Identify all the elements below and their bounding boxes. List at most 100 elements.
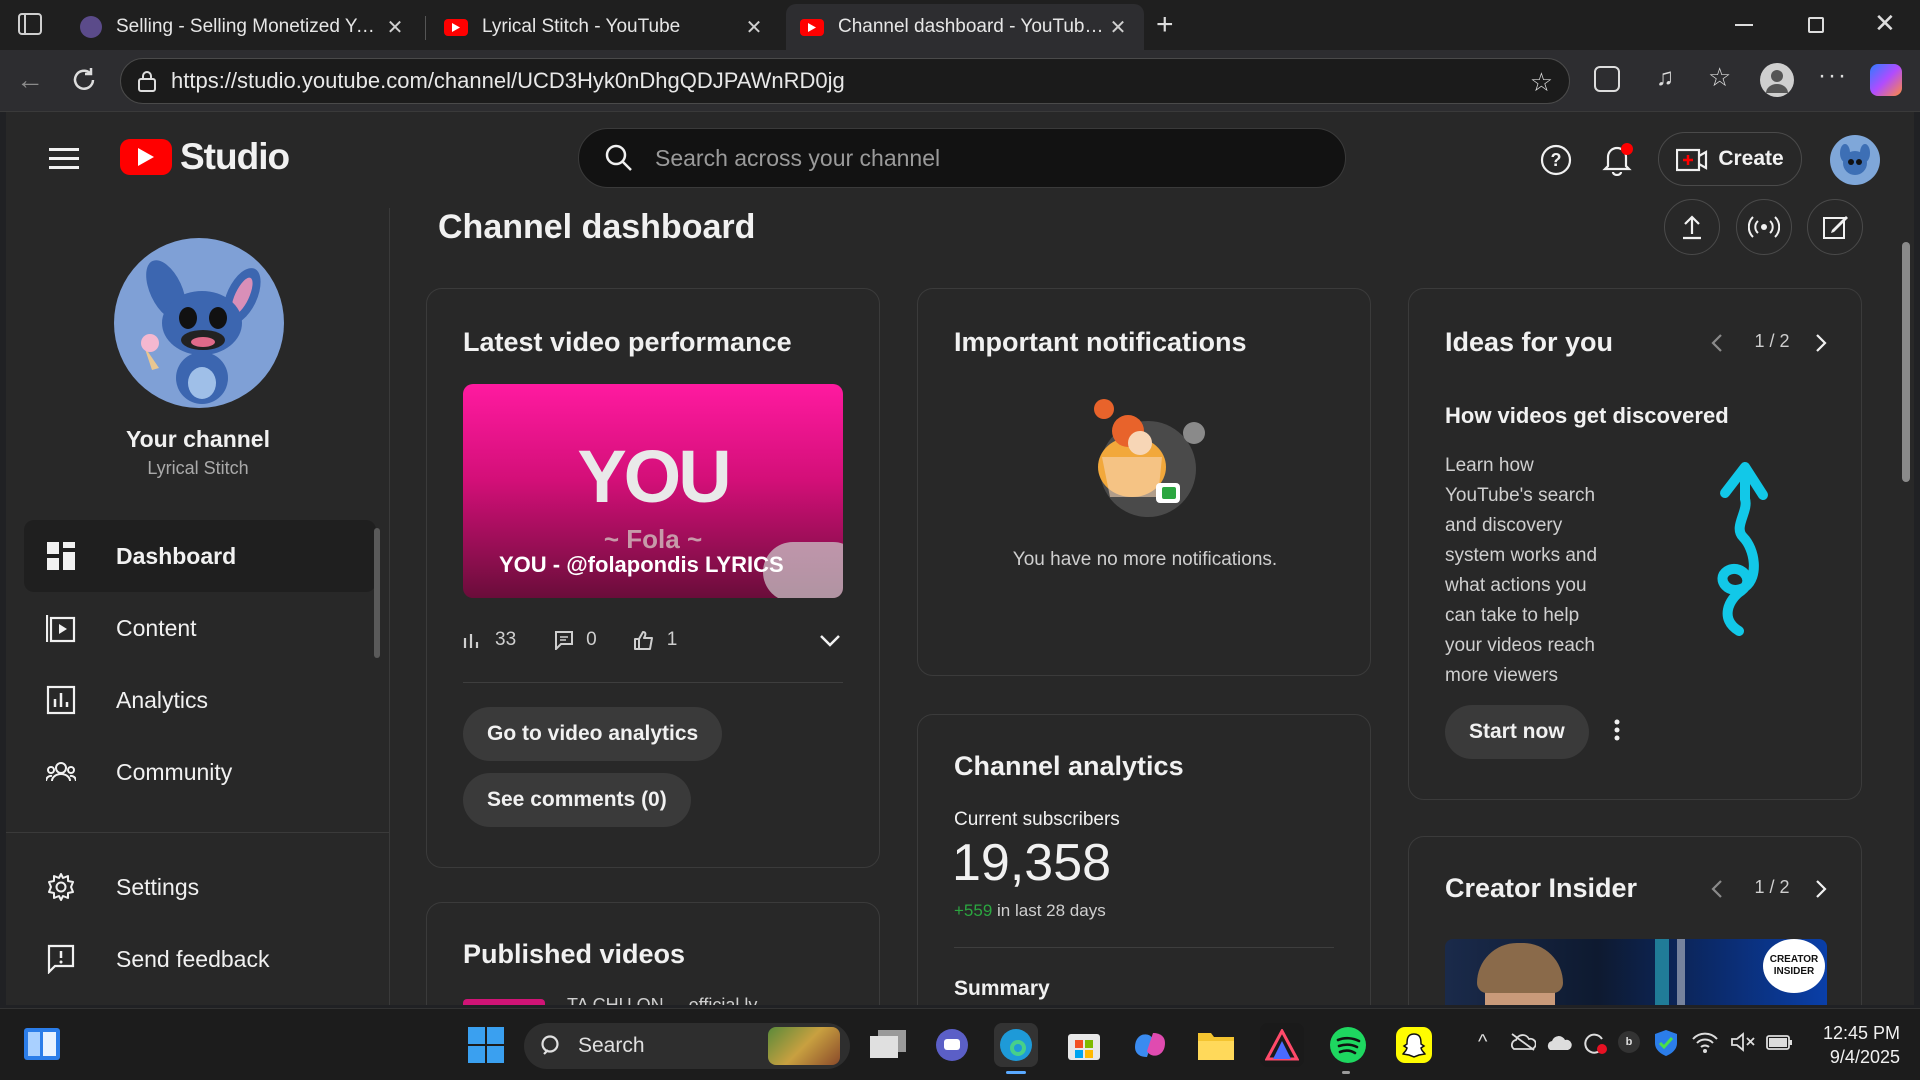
profile-icon[interactable] <box>1760 63 1794 97</box>
snapchat-icon[interactable] <box>1392 1023 1436 1067</box>
previous-arrow-icon[interactable] <box>1711 879 1723 899</box>
extensions-icon[interactable] <box>1594 66 1620 92</box>
sync-icon[interactable] <box>1582 1031 1608 1055</box>
next-arrow-icon[interactable] <box>1815 333 1827 353</box>
search-icon <box>540 1034 564 1058</box>
sidebar-scrollbar[interactable] <box>374 528 380 658</box>
beats-audio-icon[interactable]: b <box>1618 1031 1640 1053</box>
close-window-icon[interactable]: ✕ <box>1874 8 1896 39</box>
sidebar-item-community[interactable]: Community <box>24 736 376 808</box>
expand-chevron-icon[interactable] <box>819 634 841 648</box>
browser-tab[interactable]: Lyrical Stitch - YouTube ✕ <box>430 4 780 50</box>
published-video-thumbnail[interactable] <box>463 999 545 1005</box>
volume-muted-icon[interactable] <box>1730 1031 1756 1053</box>
help-icon[interactable]: ? <box>1540 144 1572 176</box>
teams-chat-icon[interactable] <box>930 1023 974 1067</box>
file-explorer-icon[interactable] <box>1194 1023 1238 1067</box>
sidebar-item-dashboard[interactable]: Dashboard <box>24 520 376 592</box>
affinity-app-icon[interactable] <box>1260 1023 1304 1067</box>
card-heading: Published videos <box>463 939 686 969</box>
address-bar[interactable]: https://studio.youtube.com/channel/UCD3H… <box>120 58 1570 104</box>
read-aloud-icon[interactable]: ♫ <box>1656 64 1674 92</box>
onedrive-offline-icon[interactable] <box>1510 1033 1536 1051</box>
onedrive-icon[interactable] <box>1546 1035 1572 1051</box>
m365-copilot-icon[interactable] <box>1128 1023 1172 1067</box>
clock-date[interactable]: 9/4/2025 <box>1800 1047 1900 1068</box>
creator-insider-thumbnail[interactable]: CREATOR INSIDER <box>1445 939 1827 1005</box>
new-tab-icon[interactable]: + <box>1156 8 1174 42</box>
hamburger-menu-icon[interactable] <box>49 147 79 171</box>
favorite-star-icon[interactable]: ☆ <box>1530 67 1553 98</box>
tab-close-icon[interactable]: ✕ <box>383 15 407 40</box>
notifications-bell-icon[interactable] <box>1600 142 1634 176</box>
tab-favicon-icon <box>80 16 102 38</box>
reload-icon[interactable] <box>70 66 98 94</box>
lock-icon[interactable] <box>137 70 157 92</box>
main-scrollbar[interactable] <box>1902 242 1910 482</box>
see-comments-button[interactable]: See comments (0) <box>463 773 691 827</box>
account-avatar[interactable] <box>1830 135 1880 185</box>
search-input[interactable]: Search across your channel <box>655 145 940 172</box>
sidebar-item-settings[interactable]: Settings <box>24 851 376 923</box>
tab-close-icon[interactable]: ✕ <box>742 15 766 40</box>
previous-arrow-icon[interactable] <box>1711 333 1723 353</box>
channel-search-bar[interactable]: Search across your channel <box>578 128 1346 188</box>
upload-button[interactable] <box>1664 199 1720 255</box>
minimize-icon[interactable] <box>1735 24 1753 26</box>
studio-logo-text: Studio <box>180 136 290 177</box>
published-video-title[interactable]: TA CHU ON ... official ly <box>567 995 757 1005</box>
start-now-button[interactable]: Start now <box>1445 705 1589 759</box>
sidebar-item-content[interactable]: Content <box>24 592 376 664</box>
youtube-studio-favicon-icon <box>800 18 824 36</box>
create-post-button[interactable] <box>1807 199 1863 255</box>
widgets-icon[interactable] <box>24 1028 60 1060</box>
sidebar-item-send-feedback[interactable]: Send feedback <box>24 923 376 995</box>
search-icon[interactable] <box>605 144 633 172</box>
comments-count: 0 <box>586 629 597 650</box>
creator-insider-card: Creator Insider 1 / 2 CREATOR INSIDER <box>1408 836 1862 1005</box>
studio-logo[interactable]: Studio <box>120 136 290 178</box>
copilot-icon[interactable] <box>1870 64 1902 96</box>
video-thumbnail[interactable]: YOU ~ Fola ~ YOU - @folapondis LYRICS <box>463 384 843 598</box>
youtube-favicon-icon <box>444 18 468 36</box>
create-label: Create <box>1718 147 1784 170</box>
browser-toolbar: ← https://studio.youtube.com/channel/UCD… <box>0 50 1920 112</box>
sidebar-item-analytics[interactable]: Analytics <box>24 664 376 736</box>
create-button[interactable]: Create <box>1658 132 1802 186</box>
battery-charging-icon[interactable] <box>1766 1031 1794 1053</box>
more-options-icon[interactable] <box>1614 719 1620 741</box>
microsoft-store-icon[interactable] <box>1062 1023 1106 1067</box>
tab-close-icon[interactable]: ✕ <box>1106 15 1130 40</box>
views-count: 33 <box>495 629 517 650</box>
subscribers-delta-period: in last 28 days <box>997 901 1106 920</box>
empty-notifications-text: You have no more notifications. <box>1012 549 1278 570</box>
likes-icon <box>633 630 655 650</box>
divider <box>463 682 843 683</box>
back-icon[interactable]: ← <box>16 64 44 96</box>
wifi-icon[interactable] <box>1692 1031 1718 1053</box>
discovery-arrow-illustration <box>1699 459 1779 639</box>
edge-browser-icon[interactable] <box>994 1023 1038 1067</box>
task-view-icon[interactable] <box>866 1023 910 1067</box>
favorites-icon[interactable]: ☆ <box>1708 62 1731 93</box>
clock-time[interactable]: 12:45 PM <box>1800 1023 1900 1044</box>
next-arrow-icon[interactable] <box>1815 879 1827 899</box>
community-icon <box>46 757 76 787</box>
go-live-button[interactable] <box>1736 199 1792 255</box>
card-heading: Ideas for you <box>1445 327 1614 357</box>
taskbar: Search ^ b 12:45 PM 9/4/2025 <box>0 1008 1920 1080</box>
go-to-video-analytics-button[interactable]: Go to video analytics <box>463 707 723 761</box>
more-menu-icon[interactable]: ··· <box>1818 62 1848 90</box>
show-hidden-icons-chevron-icon[interactable]: ^ <box>1478 1031 1487 1054</box>
tab-actions-icon[interactable] <box>18 13 42 35</box>
spotify-icon[interactable] <box>1326 1023 1370 1067</box>
presenter-hair <box>1477 943 1563 993</box>
taskbar-search[interactable]: Search <box>524 1023 850 1069</box>
browser-tab-active[interactable]: Channel dashboard - YouTube Stu ✕ <box>786 4 1144 50</box>
sidebar: Your channel Lyrical Stitch Dashboard Co… <box>6 208 390 1005</box>
windows-start-icon[interactable] <box>464 1023 508 1067</box>
restore-icon[interactable] <box>1808 17 1824 33</box>
channel-avatar[interactable] <box>114 238 284 408</box>
browser-tab[interactable]: Selling - Selling Monetized YouTu ✕ <box>66 4 421 50</box>
windows-security-icon[interactable] <box>1654 1029 1678 1057</box>
